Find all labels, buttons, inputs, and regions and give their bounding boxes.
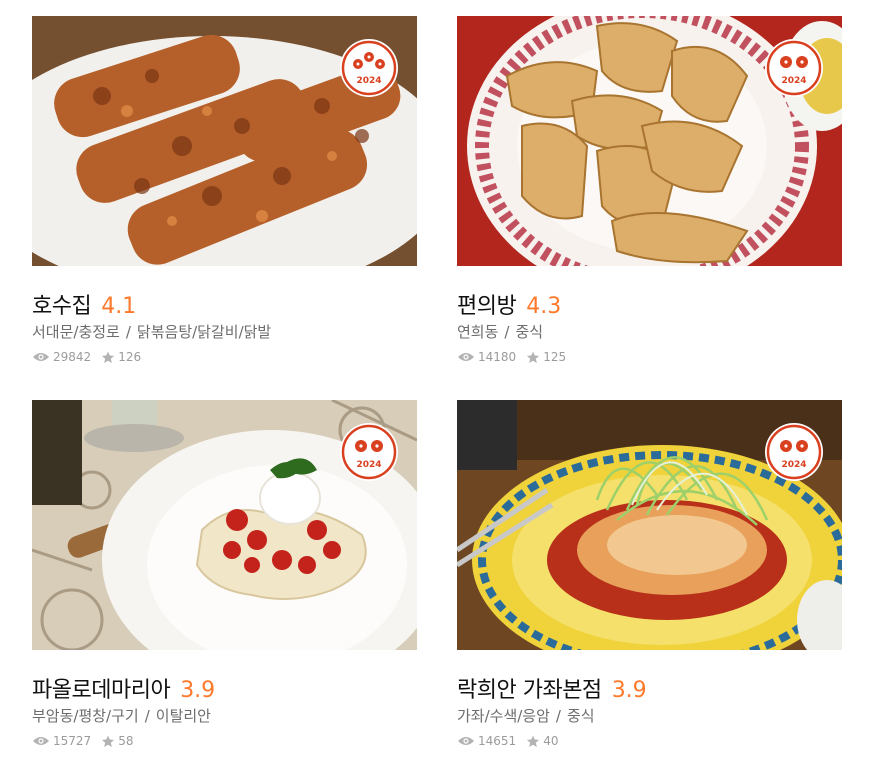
restaurant-area: 부암동/평창/구기 <box>32 707 139 725</box>
eye-icon <box>33 353 49 361</box>
reviews-count: 58 <box>118 734 134 748</box>
star-icon <box>527 351 540 363</box>
restaurant-category: 중식 <box>515 323 544 341</box>
restaurant-card[interactable]: 2024 락희안 가좌본점 3.9 가좌/수색/응암 / 중식 14651 40 <box>457 400 842 748</box>
restaurant-stats: 14180 125 <box>457 350 842 364</box>
restaurant-area: 가좌/수색/응암 <box>457 707 550 725</box>
restaurant-category: 이탈리안 <box>155 707 211 725</box>
eye-icon <box>33 737 49 745</box>
views-stat: 15727 <box>32 734 91 748</box>
reviews-stat: 40 <box>526 734 558 748</box>
views-count: 29842 <box>53 350 92 364</box>
award-badge: 2024 <box>764 422 824 482</box>
restaurant-name[interactable]: 파올로데마리아 <box>32 672 171 704</box>
restaurant-name[interactable]: 편의방 <box>457 288 517 320</box>
star-icon <box>527 735 540 747</box>
restaurant-rating: 4.1 <box>101 294 137 319</box>
award-badge: 2024 <box>764 38 824 98</box>
restaurant-area: 서대문/충정로 <box>32 323 120 341</box>
star-icon <box>102 351 115 363</box>
restaurant-card[interactable]: 2024 파올로데마리아 3.9 부암동/평창/구기 / 이탈리안 15727 58 <box>32 400 417 748</box>
restaurant-category: 중식 <box>566 707 595 725</box>
reviews-stat: 126 <box>101 350 141 364</box>
star-icon <box>102 735 115 747</box>
views-count: 15727 <box>53 734 92 748</box>
meta-separator: / <box>504 323 510 341</box>
badge-year: 2024 <box>356 76 381 86</box>
badge-year: 2024 <box>781 460 806 470</box>
reviews-count: 126 <box>118 350 142 364</box>
restaurant-rating: 3.9 <box>611 678 647 703</box>
eye-icon <box>458 737 474 745</box>
restaurant-stats: 15727 58 <box>32 734 417 748</box>
meta-separator: / <box>144 707 150 725</box>
restaurant-meta: 부암동/평창/구기 / 이탈리안 <box>32 705 417 726</box>
meta-separator: / <box>555 707 561 725</box>
restaurant-card[interactable]: 2024 편의방 4.3 연희동 / 중식 14180 125 <box>457 16 842 364</box>
views-stat: 14651 <box>457 734 516 748</box>
restaurant-photo[interactable]: 2024 <box>32 16 417 266</box>
views-count: 14651 <box>478 734 517 748</box>
reviews-stat: 58 <box>101 734 133 748</box>
reviews-stat: 125 <box>526 350 566 364</box>
restaurant-name[interactable]: 호수집 <box>32 288 92 320</box>
restaurant-photo[interactable]: 2024 <box>457 400 842 650</box>
reviews-count: 125 <box>543 350 567 364</box>
restaurant-stats: 29842 126 <box>32 350 417 364</box>
restaurant-stats: 14651 40 <box>457 734 842 748</box>
reviews-count: 40 <box>543 734 559 748</box>
award-badge: 2024 <box>339 38 399 98</box>
restaurant-meta: 서대문/충정로 / 닭볶음탕/닭갈비/닭발 <box>32 321 417 342</box>
restaurant-rating: 4.3 <box>526 294 562 319</box>
restaurant-photo[interactable]: 2024 <box>457 16 842 266</box>
restaurant-meta: 가좌/수색/응암 / 중식 <box>457 705 842 726</box>
award-badge: 2024 <box>339 422 399 482</box>
restaurant-photo[interactable]: 2024 <box>32 400 417 650</box>
restaurant-meta: 연희동 / 중식 <box>457 321 842 342</box>
views-stat: 14180 <box>457 350 516 364</box>
views-count: 14180 <box>478 350 517 364</box>
restaurant-name[interactable]: 락희안 가좌본점 <box>457 672 602 704</box>
restaurant-rating: 3.9 <box>180 678 216 703</box>
badge-year: 2024 <box>781 76 806 86</box>
badge-year: 2024 <box>356 460 381 470</box>
restaurant-area: 연희동 <box>457 323 499 341</box>
views-stat: 29842 <box>32 350 91 364</box>
restaurant-category: 닭볶음탕/닭갈비/닭발 <box>136 323 272 341</box>
meta-separator: / <box>125 323 131 341</box>
eye-icon <box>458 353 474 361</box>
restaurant-card[interactable]: 2024 호수집 4.1 서대문/충정로 / 닭볶음탕/닭갈비/닭발 29842 1… <box>32 16 417 364</box>
